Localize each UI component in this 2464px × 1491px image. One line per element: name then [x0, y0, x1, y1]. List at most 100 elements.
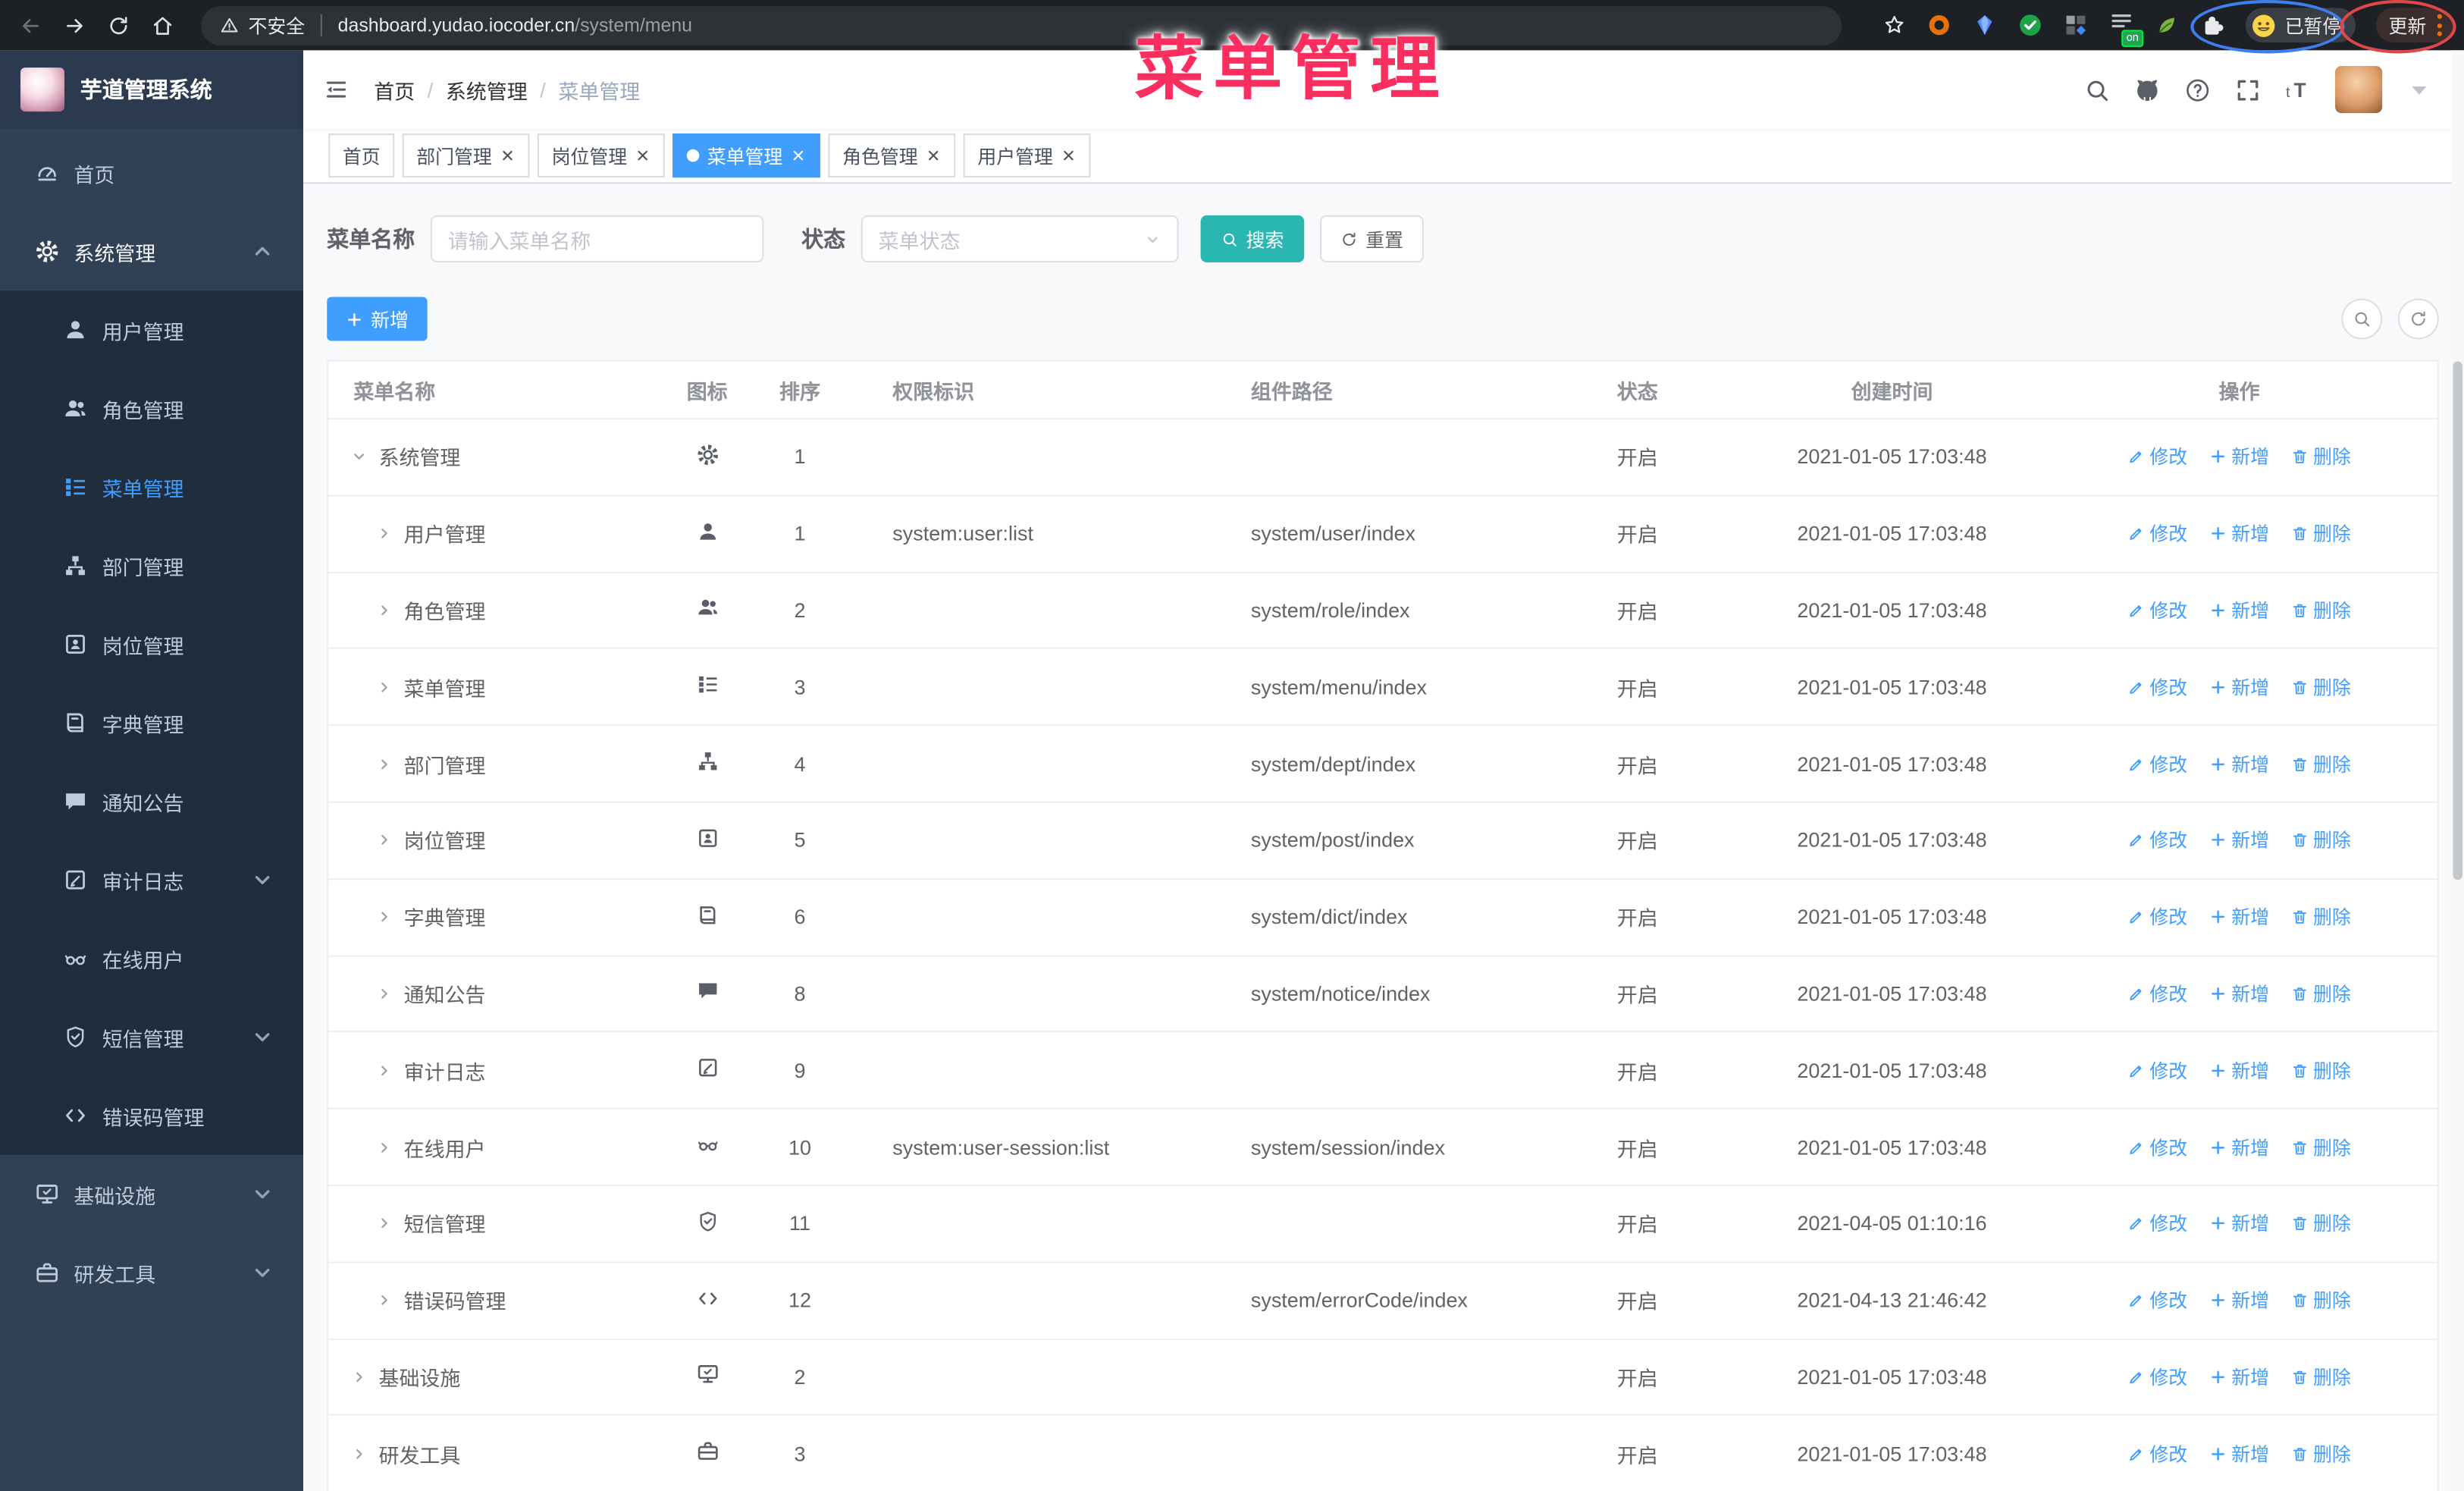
extension-leaf-icon[interactable]	[2155, 13, 2180, 38]
extension-green-check-icon[interactable]	[2017, 13, 2042, 38]
add-link[interactable]: 新增	[2209, 520, 2269, 547]
edit-link[interactable]: 修改	[2127, 1057, 2187, 1084]
expand-toggle[interactable]	[375, 909, 393, 926]
search-button[interactable]: 搜索	[1200, 215, 1305, 262]
sidebar-item-菜单管理[interactable]: 菜单管理	[0, 447, 304, 527]
delete-link[interactable]: 删除	[2291, 444, 2351, 470]
add-link[interactable]: 新增	[2209, 597, 2269, 623]
delete-link[interactable]: 删除	[2291, 1364, 2351, 1390]
add-link[interactable]: 新增	[2209, 1134, 2269, 1160]
refresh-table-button[interactable]	[2397, 298, 2439, 340]
add-link[interactable]: 新增	[2209, 1210, 2269, 1237]
browser-back-icon[interactable]	[19, 14, 42, 37]
sidebar-toggle-hamburger-icon[interactable]	[322, 77, 350, 102]
edit-link[interactable]: 修改	[2127, 597, 2187, 623]
edit-link[interactable]: 修改	[2127, 1134, 2187, 1160]
tab-菜单管理[interactable]: 菜单管理	[672, 133, 821, 178]
address-bar[interactable]: 不安全 dashboard.yudao.iocoder.cn/system/me…	[201, 5, 1842, 46]
toggle-search-button[interactable]	[2341, 298, 2383, 340]
add-link[interactable]: 新增	[2209, 673, 2269, 700]
sidebar-item-岗位管理[interactable]: 岗位管理	[0, 604, 304, 684]
status-select[interactable]: 菜单状态	[861, 215, 1179, 262]
reset-button[interactable]: 重置	[1320, 215, 1424, 262]
sidebar-item-审计日志[interactable]: 审计日志	[0, 840, 304, 919]
edit-link[interactable]: 修改	[2127, 444, 2187, 470]
extension-orange-ring-icon[interactable]	[1926, 13, 1951, 38]
edit-link[interactable]: 修改	[2127, 1210, 2187, 1237]
browser-forward-icon[interactable]	[63, 14, 86, 37]
sidebar-item-短信管理[interactable]: 短信管理	[0, 997, 304, 1077]
add-link[interactable]: 新增	[2209, 981, 2269, 1007]
extension-grid-icon[interactable]	[2063, 13, 2088, 38]
expand-toggle[interactable]	[350, 448, 368, 466]
add-link[interactable]: 新增	[2209, 1287, 2269, 1314]
tab-首页[interactable]: 首页	[328, 133, 395, 178]
sidebar-item-研发工具[interactable]: 研发工具	[0, 1233, 303, 1312]
expand-toggle[interactable]	[350, 1368, 368, 1386]
add-link[interactable]: 新增	[2209, 1057, 2269, 1084]
expand-toggle[interactable]	[375, 679, 393, 696]
sidebar-item-基础设施[interactable]: 基础设施	[0, 1155, 303, 1234]
delete-link[interactable]: 删除	[2291, 1057, 2351, 1084]
app-logo-row[interactable]: 芋道管理系统	[0, 50, 304, 129]
browser-menu-dots-icon[interactable]	[2437, 14, 2442, 36]
edit-link[interactable]: 修改	[2127, 520, 2187, 547]
sidebar-item-首页[interactable]: 首页	[0, 133, 303, 212]
delete-link[interactable]: 删除	[2291, 673, 2351, 700]
user-avatar[interactable]	[2335, 66, 2383, 114]
add-link[interactable]: 新增	[2209, 1364, 2269, 1390]
delete-link[interactable]: 删除	[2291, 827, 2351, 853]
sidebar-item-字典管理[interactable]: 字典管理	[0, 683, 304, 762]
expand-toggle[interactable]	[375, 1292, 393, 1309]
edit-link[interactable]: 修改	[2127, 981, 2187, 1007]
breadcrumb-home[interactable]: 首页	[374, 74, 415, 104]
menu-name-input[interactable]: 请输入菜单名称	[430, 215, 764, 262]
expand-toggle[interactable]	[375, 985, 393, 1003]
extension-gem-icon[interactable]	[1972, 13, 1997, 38]
delete-link[interactable]: 删除	[2291, 981, 2351, 1007]
sidebar-item-部门管理[interactable]: 部门管理	[0, 526, 304, 605]
help-icon[interactable]	[2184, 76, 2211, 102]
delete-link[interactable]: 删除	[2291, 1440, 2351, 1467]
expand-toggle[interactable]	[375, 755, 393, 773]
expand-toggle[interactable]	[375, 601, 393, 619]
sidebar-item-角色管理[interactable]: 角色管理	[0, 369, 304, 448]
scrollbar-thumb[interactable]	[2453, 361, 2462, 880]
sidebar-item-通知公告[interactable]: 通知公告	[0, 761, 304, 841]
add-link[interactable]: 新增	[2209, 750, 2269, 777]
edit-link[interactable]: 修改	[2127, 827, 2187, 853]
expand-toggle[interactable]	[375, 1138, 393, 1156]
delete-link[interactable]: 删除	[2291, 1287, 2351, 1314]
browser-update-button[interactable]: 更新	[2375, 8, 2455, 42]
sidebar-item-系统管理[interactable]: 系统管理	[0, 212, 303, 291]
sidebar-item-在线用户[interactable]: 在线用户	[0, 918, 304, 998]
profile-paused-chip[interactable]: 已暂停	[2245, 8, 2356, 42]
tab-部门管理[interactable]: 部门管理	[402, 133, 530, 178]
edit-link[interactable]: 修改	[2127, 904, 2187, 931]
delete-link[interactable]: 删除	[2291, 597, 2351, 623]
sidebar-item-错误码管理[interactable]: 错误码管理	[0, 1076, 304, 1155]
tab-角色管理[interactable]: 角色管理	[828, 133, 956, 178]
add-link[interactable]: 新增	[2209, 1440, 2269, 1467]
edit-link[interactable]: 修改	[2127, 1364, 2187, 1390]
tab-用户管理[interactable]: 用户管理	[963, 133, 1091, 178]
expand-toggle[interactable]	[350, 1445, 368, 1462]
github-icon[interactable]	[2134, 76, 2161, 102]
add-button[interactable]: 新增	[327, 297, 428, 341]
expand-toggle[interactable]	[375, 1215, 393, 1232]
delete-link[interactable]: 删除	[2291, 904, 2351, 931]
extension-list-icon[interactable]: on	[2108, 8, 2144, 47]
add-link[interactable]: 新增	[2209, 827, 2269, 853]
avatar-caret-down-icon[interactable]	[2406, 76, 2432, 102]
edit-link[interactable]: 修改	[2127, 1287, 2187, 1314]
breadcrumb-system[interactable]: 系统管理	[446, 74, 528, 104]
edit-link[interactable]: 修改	[2127, 1440, 2187, 1467]
header-search-icon[interactable]	[2083, 76, 2110, 102]
expand-toggle[interactable]	[375, 1062, 393, 1079]
add-link[interactable]: 新增	[2209, 904, 2269, 931]
expand-toggle[interactable]	[375, 832, 393, 849]
extensions-puzzle-icon[interactable]	[2200, 13, 2225, 38]
sidebar-item-用户管理[interactable]: 用户管理	[0, 290, 304, 369]
fullscreen-icon[interactable]	[2234, 76, 2261, 102]
bookmark-star-icon[interactable]	[1882, 13, 1906, 38]
